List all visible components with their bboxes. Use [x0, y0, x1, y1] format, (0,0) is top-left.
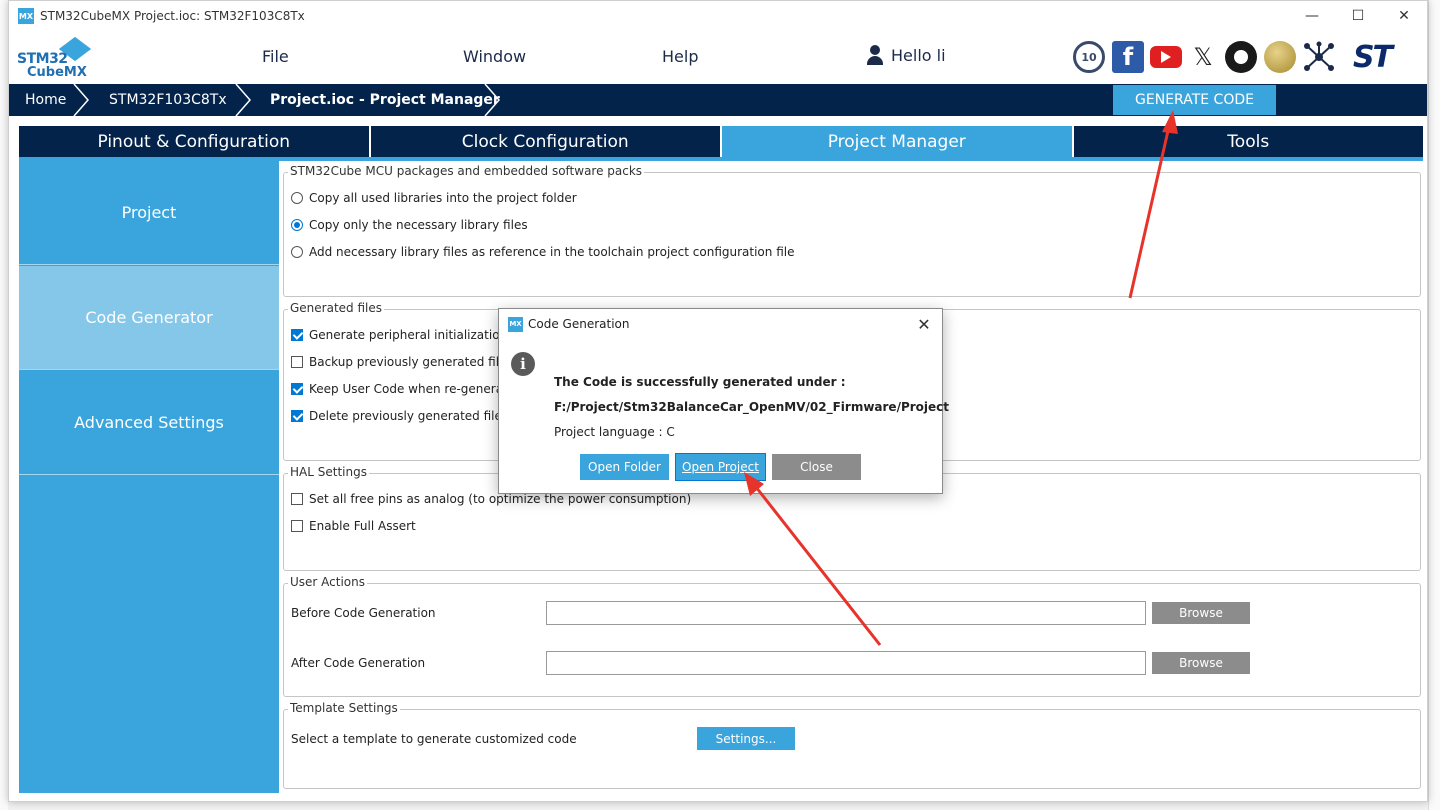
background-window-edge-left — [0, 0, 8, 810]
packs-group-title: STM32Cube MCU packages and embedded soft… — [288, 164, 645, 178]
facebook-icon[interactable]: f — [1112, 41, 1144, 73]
dialog-close-icon[interactable]: ✕ — [914, 314, 934, 334]
radio-button[interactable] — [291, 219, 303, 231]
packs-option-copy-necessary[interactable]: Copy only the necessary library files — [291, 218, 528, 232]
template-settings-button[interactable]: Settings... — [697, 727, 795, 750]
option-label: Backup previously generated files — [309, 355, 513, 369]
option-label: Keep User Code when re-generat — [309, 382, 508, 396]
dialog-title-bar: MX Code Generation — [499, 309, 942, 339]
before-code-generation-input[interactable] — [546, 601, 1146, 625]
gen-option-delete-previous[interactable]: Delete previously generated files v — [291, 409, 519, 423]
dialog-title: Code Generation — [528, 317, 630, 331]
radio-button[interactable] — [291, 246, 303, 258]
after-code-generation-input[interactable] — [546, 651, 1146, 675]
option-label: Delete previously generated files v — [309, 409, 520, 423]
tab-clock-configuration[interactable]: Clock Configuration — [370, 126, 722, 157]
before-browse-button[interactable]: Browse — [1152, 602, 1250, 624]
gen-option-backup[interactable]: Backup previously generated files — [291, 355, 513, 369]
tab-pinout-configuration[interactable]: Pinout & Configuration — [19, 126, 371, 157]
maximize-button[interactable]: ☐ — [1335, 1, 1381, 31]
hal-option-full-assert[interactable]: Enable Full Assert — [291, 519, 416, 533]
window-controls: — ☐ ✕ — [1289, 1, 1427, 31]
breadcrumb-chevron-icon — [484, 84, 500, 116]
breadcrumb: Home STM32F103C8Tx Project.ioc - Project… — [9, 84, 1427, 116]
template-label: Select a template to generate customized… — [291, 732, 577, 746]
option-label: Add necessary library files as reference… — [309, 245, 795, 259]
template-settings-title: Template Settings — [288, 701, 400, 715]
dialog-output-path: F:/Project/Stm32BalanceCar_OpenMV/02_Fir… — [554, 400, 950, 414]
user-account[interactable]: Hello li — [867, 45, 946, 65]
tab-project-manager[interactable]: Project Manager — [722, 126, 1074, 157]
gen-option-peripheral-init[interactable]: Generate peripheral initialization a — [291, 328, 518, 342]
option-label: Copy only the necessary library files — [309, 218, 528, 232]
youtube-icon[interactable] — [1150, 46, 1182, 68]
before-code-generation-label: Before Code Generation — [291, 606, 436, 620]
option-label: Generate peripheral initialization a — [309, 328, 519, 342]
tab-tools[interactable]: Tools — [1073, 126, 1423, 157]
dialog-success-message: The Code is successfully generated under… — [554, 375, 846, 389]
checkbox[interactable] — [291, 329, 303, 341]
generate-code-button[interactable]: GENERATE CODE — [1113, 85, 1276, 115]
option-label: Copy all used libraries into the project… — [309, 191, 577, 205]
title-bar: MX STM32CubeMX Project.ioc: STM32F103C8T… — [9, 1, 1427, 31]
radio-button[interactable] — [291, 192, 303, 204]
cubemx-logo[interactable]: STM32 CubeMX — [17, 36, 97, 81]
packs-option-add-reference[interactable]: Add necessary library files as reference… — [291, 245, 794, 259]
header: STM32 CubeMX File Window Help Hello li 1… — [9, 31, 1427, 84]
dialog-app-icon: MX — [508, 316, 523, 332]
main-tabs: Pinout & Configuration Clock Configurati… — [19, 126, 1423, 157]
close-dialog-button[interactable]: Close — [772, 454, 861, 480]
breadcrumb-home[interactable]: Home — [25, 84, 66, 116]
checkbox[interactable] — [291, 383, 303, 395]
dialog-project-language: Project language : C — [554, 425, 675, 439]
checkbox[interactable] — [291, 520, 303, 532]
option-label: Enable Full Assert — [309, 519, 416, 533]
checkbox[interactable] — [291, 356, 303, 368]
sidebar-item-code-generator[interactable]: Code Generator — [19, 266, 279, 370]
generated-files-title: Generated files — [288, 301, 385, 315]
after-code-generation-label: After Code Generation — [291, 656, 426, 670]
breadcrumb-current[interactable]: Project.ioc - Project Manager — [270, 84, 500, 116]
hal-settings-title: HAL Settings — [288, 465, 369, 479]
checkbox[interactable] — [291, 493, 303, 505]
gen-option-keep-user-code[interactable]: Keep User Code when re-generat — [291, 382, 508, 396]
template-settings-group: Template Settings Select a template to g… — [283, 701, 1421, 789]
breadcrumb-chevron-icon — [73, 84, 89, 116]
sidebar-item-project[interactable]: Project — [19, 161, 279, 265]
menu-file[interactable]: File — [262, 47, 289, 66]
breadcrumb-chevron-icon — [235, 84, 251, 116]
window-title: STM32CubeMX Project.ioc: STM32F103C8Tx — [40, 9, 305, 23]
wiki-icon[interactable] — [1264, 41, 1296, 73]
packs-group: STM32Cube MCU packages and embedded soft… — [283, 164, 1421, 297]
app-icon: MX — [18, 8, 34, 24]
minimize-button[interactable]: — — [1289, 1, 1335, 31]
breadcrumb-device[interactable]: STM32F103C8Tx — [109, 84, 227, 116]
github-icon[interactable] — [1225, 41, 1257, 73]
info-icon: i — [511, 352, 535, 376]
open-folder-button[interactable]: Open Folder — [580, 454, 669, 480]
logo-line2: CubeMX — [27, 65, 87, 80]
code-generation-dialog: MX Code Generation ✕ i The Code is succe… — [498, 308, 949, 494]
user-greeting: Hello li — [891, 45, 946, 65]
network-icon[interactable] — [1302, 41, 1336, 73]
sidebar: Project Code Generator Advanced Settings — [19, 161, 279, 793]
st-logo-icon[interactable]: ST — [1343, 40, 1401, 75]
menu-help[interactable]: Help — [662, 47, 698, 66]
open-project-button[interactable]: Open Project — [675, 453, 766, 481]
sidebar-item-advanced-settings[interactable]: Advanced Settings — [19, 371, 279, 475]
menu-window[interactable]: Window — [463, 47, 526, 66]
user-actions-title: User Actions — [288, 575, 367, 589]
user-icon — [867, 45, 883, 65]
x-icon[interactable]: 𝕏 — [1189, 41, 1217, 73]
packs-option-copy-all[interactable]: Copy all used libraries into the project… — [291, 191, 577, 205]
hal-option-free-pins-analog[interactable]: Set all free pins as analog (to optimize… — [291, 492, 691, 506]
after-browse-button[interactable]: Browse — [1152, 652, 1250, 674]
background-window-edge-right — [1428, 0, 1440, 810]
close-window-button[interactable]: ✕ — [1381, 1, 1427, 31]
checkbox[interactable] — [291, 410, 303, 422]
anniversary-badge-icon[interactable]: 10 — [1073, 41, 1105, 73]
option-label: Set all free pins as analog (to optimize… — [309, 492, 692, 506]
user-actions-group: User Actions Before Code Generation Brow… — [283, 575, 1421, 697]
